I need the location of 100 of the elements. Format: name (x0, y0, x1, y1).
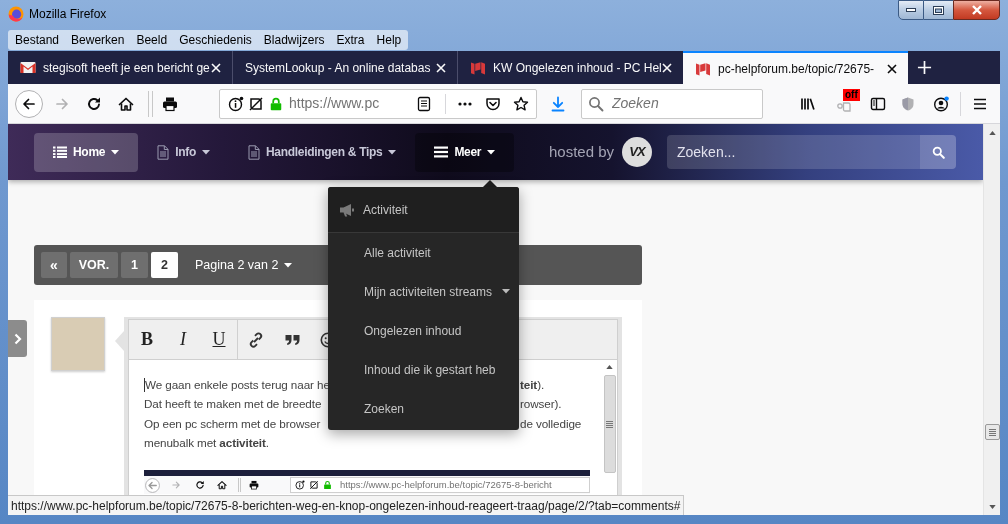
post-text: Dat heeft te maken met de breedte (144, 396, 322, 413)
grip-icon (606, 420, 613, 428)
quote-icon[interactable] (284, 333, 300, 346)
page-menu-button[interactable]: Pagina 2 van 2 (195, 255, 293, 275)
browser-logo-icon (8, 6, 24, 22)
post-text: de volledige (520, 415, 582, 432)
printer-icon[interactable] (162, 95, 178, 112)
shield-icon[interactable] (900, 95, 916, 112)
menu-item[interactable]: Alle activiteit (328, 233, 519, 272)
hosted-by-label: hosted by (548, 141, 614, 162)
scroll-up-arrow-icon[interactable] (606, 365, 613, 369)
search-icon (588, 95, 604, 112)
close-button[interactable] (953, 0, 1000, 20)
sidebar-toggle-button[interactable] (8, 320, 27, 357)
bookmark-star-icon[interactable] (513, 95, 529, 112)
status-bar: https://www.pc-helpforum.be/topic/72675-8-berichten-weg-en-knop-ongelezen-inhoud-reageert-traag/page/2/?tab=comments# (8, 495, 685, 515)
caret-down-icon (284, 262, 293, 268)
link-icon[interactable] (248, 331, 264, 348)
post-text: menubalk met activiteit. (144, 435, 269, 452)
tracking-protection-icon[interactable] (248, 95, 264, 112)
bold-button[interactable]: B (129, 320, 165, 359)
caret-down-icon (111, 149, 120, 155)
envelope-icon (20, 61, 36, 74)
scroll-up-arrow-icon[interactable] (988, 130, 996, 135)
avatar-picture (51, 317, 105, 371)
menu-item[interactable]: Zoeken (328, 389, 519, 428)
lock-icon (323, 480, 332, 490)
home-icon (217, 480, 227, 490)
tracking-protection-icon (309, 480, 319, 490)
menu-item[interactable]: Ongelezen inhoud (328, 311, 519, 350)
minimize-icon (906, 8, 916, 12)
plus-icon[interactable] (916, 60, 932, 75)
sidebar-icon[interactable] (870, 95, 886, 112)
nav-item[interactable]: Handleidingen & Tips (228, 132, 416, 172)
scrollbar[interactable] (983, 124, 1000, 515)
caret-down-icon (201, 149, 210, 155)
menu-icon (434, 146, 449, 158)
home-icon[interactable] (118, 95, 134, 112)
document-icon (247, 144, 260, 160)
menu-item[interactable]: Bladwijzers (257, 34, 331, 46)
maximize-button[interactable] (924, 0, 953, 20)
menu-item[interactable]: Mijn activiteiten streams (328, 272, 519, 311)
page-button[interactable]: 1 (121, 252, 148, 278)
scrollbar-thumb[interactable] (984, 424, 1000, 440)
menu-item[interactable]: Extra (330, 34, 371, 46)
maximize-icon (933, 5, 944, 15)
post-text: teit). (520, 376, 545, 393)
previous-page-button[interactable]: VOR. (70, 252, 118, 278)
search-button[interactable] (920, 135, 956, 169)
menu-item[interactable]: Bestand (9, 34, 66, 46)
host-logo[interactable]: VX (622, 137, 652, 167)
menu-item[interactable]: Beeld (130, 34, 174, 46)
caret-down-icon (388, 149, 397, 155)
search-icon (931, 145, 945, 159)
back-button[interactable] (15, 89, 43, 118)
first-page-button[interactable]: « (41, 252, 67, 278)
info-icon[interactable] (228, 95, 244, 112)
menu-item[interactable]: Help (370, 34, 408, 46)
site-logo-icon (695, 60, 711, 77)
grip-icon (988, 428, 996, 436)
lock-icon[interactable] (269, 95, 283, 112)
close-icon (970, 5, 983, 15)
reader-view-icon[interactable] (416, 95, 432, 112)
search-field[interactable]: Zoeken (612, 93, 752, 114)
address-bar[interactable]: https://www.pc (219, 88, 537, 119)
printer-icon (249, 480, 259, 490)
caret-down-icon (502, 289, 510, 294)
menu-item[interactable]: Geschiedenis (173, 34, 258, 46)
browser-tab[interactable]: pc-helpforum.be/topic/72675- (683, 51, 908, 84)
window-title: Mozilla Firefox (29, 8, 107, 20)
reload-icon[interactable] (86, 95, 102, 112)
minimize-button[interactable] (898, 0, 924, 20)
page-button[interactable]: 2 (151, 252, 178, 278)
caret-down-icon (487, 149, 496, 155)
address-bar: https://www.pc-helpforum.be/topic/72675-8-bericht (290, 477, 590, 493)
search-bar[interactable]: Zoeken (581, 88, 763, 119)
account-icon[interactable] (933, 95, 949, 112)
site-logo-icon (470, 59, 486, 76)
download-icon[interactable] (550, 95, 566, 112)
extension-badge: off (843, 88, 860, 101)
forward-arrow-icon (171, 480, 181, 490)
scroll-down-arrow-icon[interactable] (988, 504, 996, 509)
reload-icon (195, 480, 205, 490)
nav-item[interactable]: Meer (415, 132, 515, 172)
menu-item[interactable]: Inhoud die ik gestart heb (328, 350, 519, 389)
nav-item[interactable]: Home (34, 132, 139, 172)
close-icon[interactable] (886, 62, 898, 75)
nav-item[interactable]: Info (138, 132, 229, 172)
post-text: rowser). (520, 396, 562, 413)
post-text: Op een pc scherm met de browser (144, 415, 321, 432)
menu-item[interactable]: Bewerken (65, 34, 131, 46)
document-icon (157, 144, 170, 160)
pocket-icon[interactable] (485, 95, 501, 112)
scrollbar-thumb[interactable] (603, 375, 616, 473)
list-icon (53, 146, 67, 158)
browser-tab[interactable]: KW Ongelezen inhoud - PC Hel (458, 51, 683, 84)
underline-button[interactable]: U (201, 320, 237, 359)
italic-button[interactable]: I (165, 320, 201, 359)
info-icon (295, 480, 305, 490)
chevron-right-icon (13, 332, 22, 345)
